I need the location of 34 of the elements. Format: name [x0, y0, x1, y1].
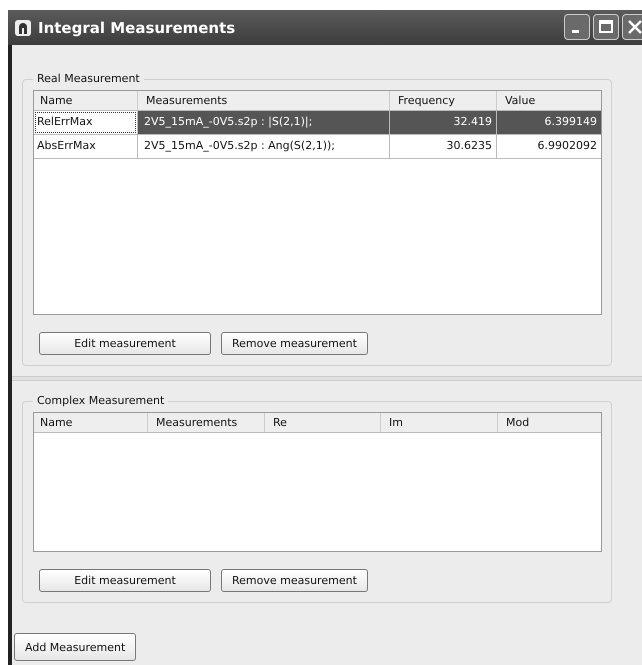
table-cell: 30.6235 [389, 135, 496, 158]
column-header[interactable]: Measurements [137, 91, 389, 110]
table-cell: 6.399149 [496, 111, 601, 134]
column-header[interactable]: Name [34, 91, 137, 110]
maximize-button[interactable] [593, 14, 619, 40]
minimize-button[interactable] [564, 14, 590, 40]
measurement-button[interactable]: Remove measurement [221, 569, 368, 592]
column-header[interactable]: Re [264, 413, 380, 432]
table-cell: 6.9902092 [496, 135, 601, 158]
measurement-button[interactable]: Edit measurement [39, 569, 211, 592]
close-icon [628, 20, 642, 34]
table-cell: 2V5_15mA_-0V5.s2p : |S(2,1)|; [137, 111, 389, 134]
window-title: Integral Measurements [38, 18, 236, 36]
group-title: Complex Measurement [33, 394, 168, 407]
app-icon [14, 18, 32, 36]
column-header[interactable]: Name [34, 413, 147, 432]
table-cell: RelErrMax [34, 111, 137, 134]
column-header[interactable]: Value [496, 91, 601, 110]
table-cell: 32.419 [389, 111, 496, 134]
minimize-icon [572, 30, 579, 33]
column-header[interactable]: Measurements [147, 413, 264, 432]
close-button[interactable] [622, 14, 642, 40]
group-title: Real Measurement [33, 72, 144, 85]
column-header[interactable]: Frequency [389, 91, 496, 110]
column-header[interactable]: Im [380, 413, 497, 432]
measurement-button[interactable]: Edit measurement [39, 332, 211, 355]
measurement-button[interactable]: Remove measurement [221, 332, 368, 355]
column-header[interactable]: Mod [497, 413, 601, 432]
table-row[interactable]: RelErrMax 2V5_15mA_-0V5.s2p : |S(2,1)|; 32.419 6.399149 [34, 111, 601, 135]
table-cell-text: AbsErrMax [36, 138, 97, 154]
maximize-icon [599, 20, 613, 33]
table-cell: 2V5_15mA_-0V5.s2p : Ang(S(2,1)); [137, 135, 389, 158]
add-measurement-button[interactable]: Add Measurement [14, 633, 136, 661]
table-row[interactable]: AbsErrMax 2V5_15mA_-0V5.s2p : Ang(S(2,1)); 30.6235 6.9902092 [34, 135, 601, 159]
